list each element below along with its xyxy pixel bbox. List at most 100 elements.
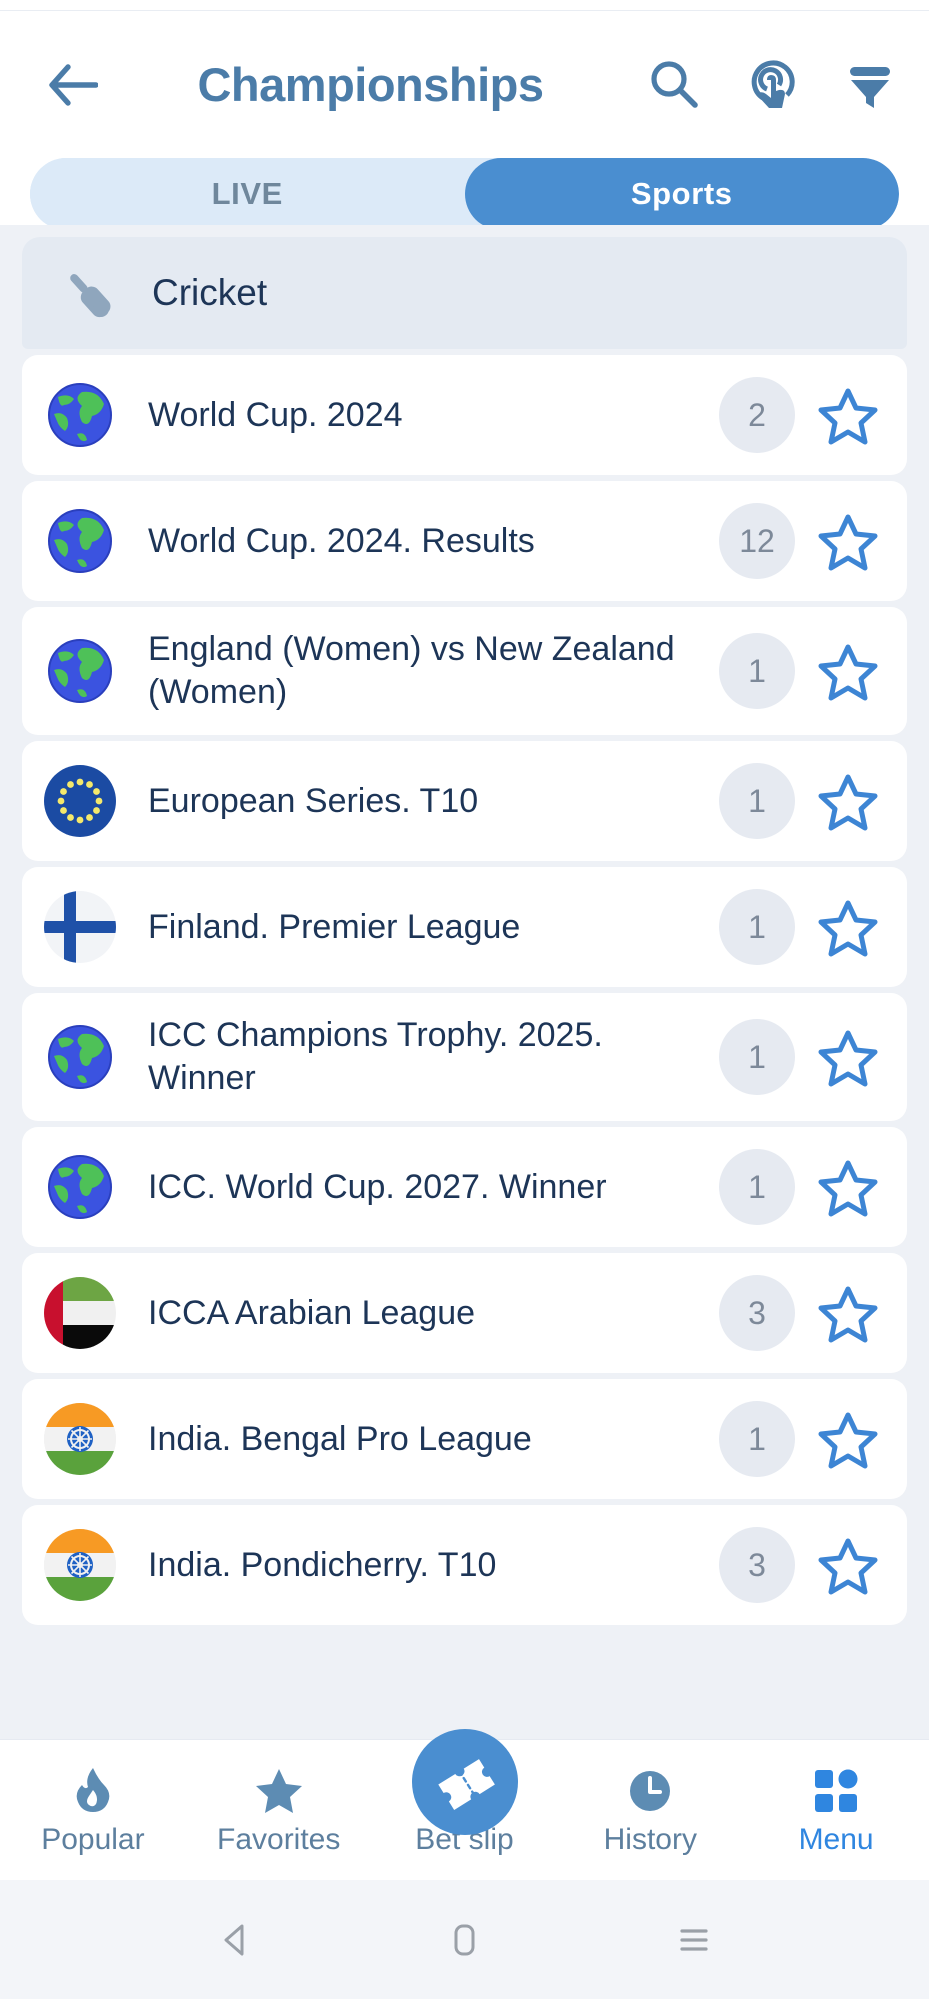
search-icon [651, 60, 698, 108]
sport-section-header-cricket[interactable]: Cricket [22, 237, 907, 349]
league-name: World Cup. 2024 [148, 395, 403, 434]
clock-icon [627, 1764, 673, 1814]
triangle-back-icon [224, 1924, 244, 1955]
android-home-button[interactable] [443, 1919, 485, 1961]
star-icon [818, 1160, 878, 1217]
favorite-star-button[interactable] [809, 1018, 887, 1096]
event-count-badge: 3 [719, 1527, 795, 1603]
filter-button[interactable] [839, 54, 901, 116]
flame-icon [72, 1764, 114, 1814]
star-icon [818, 514, 878, 571]
tap-gesture-button[interactable] [741, 54, 803, 116]
app-header: Championships [0, 11, 929, 158]
event-count-badge: 1 [719, 1401, 795, 1477]
sport-name: Cricket [152, 272, 268, 313]
league-name: Finland. Premier League [148, 907, 521, 946]
table-row[interactable]: India. Bengal Pro League 1 [22, 1379, 907, 1499]
android-recents-button[interactable] [673, 1919, 715, 1961]
event-count-badge: 12 [719, 503, 795, 579]
star-icon [818, 1538, 878, 1595]
table-row[interactable]: England (Women) vs New Zealand (Women) 1 [22, 607, 907, 735]
globe-flag-icon [44, 1151, 116, 1223]
globe-flag-icon [44, 505, 116, 577]
favorite-star-button[interactable] [809, 1274, 887, 1352]
globe-flag-icon [44, 379, 116, 451]
finland-flag-icon [44, 891, 116, 963]
back-button[interactable] [36, 48, 110, 122]
favorite-star-button[interactable] [809, 888, 887, 966]
table-row[interactable]: European Series. T10 1 [22, 741, 907, 861]
league-name: ICC. World Cup. 2027. Winner [148, 1167, 607, 1206]
grid-icon [813, 1764, 859, 1814]
favorite-star-button[interactable] [809, 1400, 887, 1478]
eu-flag-icon [44, 765, 116, 837]
favorite-star-button[interactable] [809, 1148, 887, 1226]
table-row[interactable]: ICCA Arabian League 3 [22, 1253, 907, 1373]
tab-sports[interactable]: Sports [464, 158, 899, 230]
star-icon [818, 644, 878, 701]
star-icon [818, 900, 878, 957]
star-icon [818, 1286, 878, 1343]
rounded-square-home-icon [454, 1924, 475, 1955]
tap-gesture-icon [751, 59, 795, 108]
league-name: ICCA Arabian League [148, 1293, 476, 1332]
event-count-badge: 2 [719, 377, 795, 453]
championships-list[interactable]: Cricket World Cup. 2024 2 World Cup. 202… [0, 225, 929, 1740]
star-icon [818, 1030, 878, 1087]
uae-flag-icon [44, 1277, 116, 1349]
event-count-badge: 1 [719, 633, 795, 709]
globe-flag-icon [44, 1021, 116, 1093]
favorite-star-button[interactable] [809, 376, 887, 454]
table-row[interactable]: Finland. Premier League 1 [22, 867, 907, 987]
tab-live[interactable]: LIVE [30, 158, 465, 230]
event-count-badge: 1 [719, 1149, 795, 1225]
android-system-nav [0, 1880, 929, 1999]
table-row[interactable]: India. Pondicherry. T10 3 [22, 1505, 907, 1625]
table-row[interactable]: ICC Champions Trophy. 2025. Winner 1 [22, 993, 907, 1121]
league-name: ICC Champions Trophy. 2025. Winner [148, 1016, 603, 1097]
arrow-left-icon [49, 63, 98, 106]
status-strip [0, 0, 929, 11]
favorite-star-button[interactable] [809, 502, 887, 580]
search-button[interactable] [643, 54, 705, 116]
android-back-button[interactable] [214, 1919, 256, 1961]
event-count-badge: 1 [719, 763, 795, 839]
nav-label: Favorites [217, 1822, 341, 1856]
header-actions [621, 54, 901, 116]
nav-item-popular[interactable]: Popular [0, 1764, 186, 1857]
nav-item-favorites[interactable]: Favorites [186, 1764, 372, 1857]
league-name: India. Bengal Pro League [148, 1419, 532, 1458]
table-row[interactable]: World Cup. 2024. Results 12 [22, 481, 907, 601]
india-flag-icon [44, 1403, 116, 1475]
star-icon [818, 774, 878, 831]
star-icon [818, 388, 878, 445]
event-count-badge: 1 [719, 889, 795, 965]
nav-label: Popular [41, 1822, 145, 1856]
ticket-icon [437, 1759, 495, 1810]
star-icon [818, 1412, 878, 1469]
bet-slip-fab[interactable] [411, 1729, 518, 1835]
favorite-star-button[interactable] [809, 632, 887, 710]
favorite-star-button[interactable] [809, 762, 887, 840]
star-icon [254, 1764, 304, 1814]
nav-label: History [603, 1822, 697, 1856]
favorite-star-button[interactable] [809, 1526, 887, 1604]
table-row[interactable]: ICC. World Cup. 2027. Winner 1 [22, 1127, 907, 1247]
nav-item-menu[interactable]: Menu [743, 1764, 929, 1857]
filter-icon [850, 66, 890, 108]
hamburger-recents-icon [680, 1928, 708, 1951]
league-name: European Series. T10 [148, 781, 479, 820]
league-name: World Cup. 2024. Results [148, 521, 535, 560]
cricket-bat-ball-icon [56, 260, 122, 326]
nav-item-history[interactable]: History [557, 1764, 743, 1857]
page-title: Championships [197, 58, 544, 111]
nav-label: Menu [798, 1822, 874, 1856]
league-name: England (Women) vs New Zealand (Women) [148, 630, 675, 711]
app-root: Championships LIVE Sports Cricket World … [0, 0, 929, 1999]
globe-flag-icon [44, 635, 116, 707]
event-count-badge: 1 [719, 1019, 795, 1095]
event-count-badge: 3 [719, 1275, 795, 1351]
table-row[interactable]: World Cup. 2024 2 [22, 355, 907, 475]
india-flag-icon [44, 1529, 116, 1601]
league-name: India. Pondicherry. T10 [148, 1545, 497, 1584]
